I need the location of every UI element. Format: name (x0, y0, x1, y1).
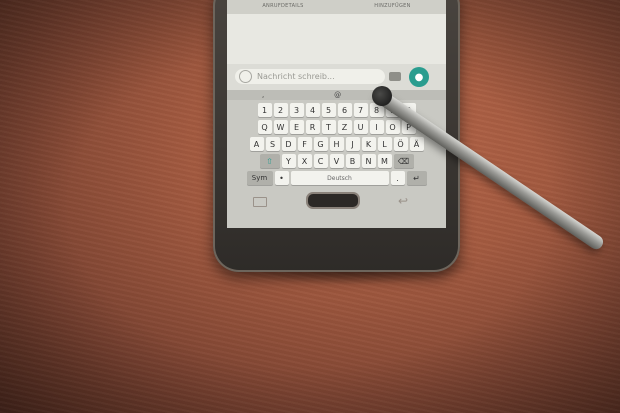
key-ö[interactable]: Ö (393, 137, 408, 151)
message-input-row: Nachricht schreib... ● (227, 64, 446, 90)
key-x[interactable]: X (297, 154, 312, 168)
back-icon[interactable]: ↩ (398, 194, 408, 208)
key-w[interactable]: W (273, 120, 288, 134)
key-y[interactable]: Y (281, 154, 296, 168)
key-j[interactable]: J (345, 137, 360, 151)
chat-area (227, 14, 446, 64)
key-n[interactable]: N (361, 154, 376, 168)
shift-icon: ⇧ (266, 156, 273, 166)
key-f[interactable]: F (297, 137, 312, 151)
letter-keys: YXCVBNM (281, 154, 393, 168)
key-1[interactable]: 1 (257, 103, 272, 117)
key-row-bottom: Sym • Deutsch . ↵ (227, 171, 446, 185)
key-o[interactable]: O (385, 120, 400, 134)
backspace-icon: ⌫ (397, 156, 410, 166)
key-7[interactable]: 7 (353, 103, 368, 117)
message-placeholder: Nachricht schreib... (257, 72, 335, 81)
home-button[interactable] (306, 192, 360, 209)
suggestion-bar: , @ (227, 90, 446, 100)
key-s[interactable]: S (265, 137, 280, 151)
key-a[interactable]: A (249, 137, 264, 151)
smartphone: ANRUFDETAILS HINZUFÜGEN Nachricht schrei… (213, 0, 460, 272)
microphone-button[interactable]: ● (409, 67, 429, 87)
voice-key[interactable]: • (274, 171, 289, 185)
key-5[interactable]: 5 (321, 103, 336, 117)
shift-key[interactable]: ⇧ (259, 154, 280, 168)
key-g[interactable]: G (313, 137, 328, 151)
tab-add[interactable]: HINZUFÜGEN (374, 3, 410, 9)
enter-key[interactable]: ↵ (406, 171, 427, 185)
key-v[interactable]: V (329, 154, 344, 168)
backspace-key[interactable]: ⌫ (393, 154, 414, 168)
key-u[interactable]: U (353, 120, 368, 134)
key-d[interactable]: D (281, 137, 296, 151)
key-i[interactable]: I (369, 120, 384, 134)
camera-icon[interactable] (389, 72, 401, 81)
key-t[interactable]: T (321, 120, 336, 134)
key-4[interactable]: 4 (305, 103, 320, 117)
key-row-asdf: ASDFGHJKLÖÄ (227, 137, 446, 151)
key-q[interactable]: Q (257, 120, 272, 134)
key-k[interactable]: K (361, 137, 376, 151)
suggestion-2[interactable]: @ (334, 91, 341, 99)
key-row-yxcv: ⇧ YXCVBNM ⌫ (227, 154, 446, 168)
key-z[interactable]: Z (337, 120, 352, 134)
stylus-tip (372, 86, 392, 106)
key-ä[interactable]: Ä (409, 137, 424, 151)
key-2[interactable]: 2 (273, 103, 288, 117)
tab-bar: ANRUFDETAILS HINZUFÜGEN (227, 0, 446, 14)
space-key[interactable]: Deutsch (290, 171, 389, 185)
key-l[interactable]: L (377, 137, 392, 151)
key-3[interactable]: 3 (289, 103, 304, 117)
tab-call-details[interactable]: ANRUFDETAILS (262, 3, 303, 9)
key-6[interactable]: 6 (337, 103, 352, 117)
microphone-icon: • (279, 173, 284, 183)
period-key[interactable]: . (390, 171, 405, 185)
suggestion-1[interactable]: , (262, 91, 264, 99)
key-b[interactable]: B (345, 154, 360, 168)
key-r[interactable]: R (305, 120, 320, 134)
key-h[interactable]: H (329, 137, 344, 151)
key-e[interactable]: E (289, 120, 304, 134)
recent-apps-icon[interactable] (253, 197, 267, 207)
microphone-icon: ● (414, 71, 424, 83)
key-m[interactable]: M (377, 154, 392, 168)
sym-key[interactable]: Sym (246, 171, 273, 185)
key-c[interactable]: C (313, 154, 328, 168)
message-input[interactable]: Nachricht schreib... (235, 69, 385, 84)
emoji-icon[interactable] (239, 70, 252, 83)
enter-icon: ↵ (413, 173, 420, 183)
